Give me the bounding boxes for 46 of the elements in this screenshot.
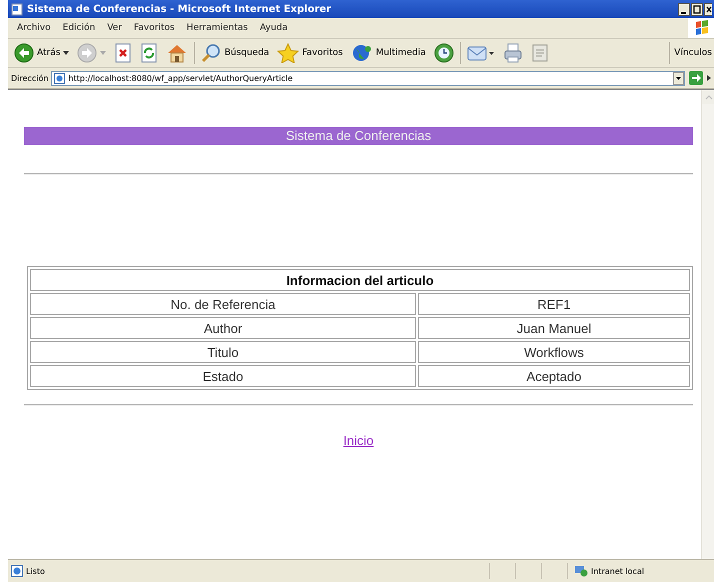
window-title: Sistema de Conferencias - Microsoft Internet Explorer [27, 4, 332, 14]
printer-icon[interactable] [502, 43, 523, 63]
menu-item[interactable]: Herramientas [182, 21, 253, 35]
clock-icon[interactable] [434, 43, 454, 63]
minimize-button[interactable] [678, 2, 690, 16]
page-banner: Sistema de Conferencias [24, 127, 693, 145]
network-icon [574, 565, 588, 577]
globe-icon[interactable] [350, 43, 373, 63]
document-icon[interactable] [530, 43, 549, 63]
table-cell: No. de Referencia [30, 293, 416, 315]
status-text: Listo [26, 566, 46, 576]
menu-item[interactable]: Favoritos [128, 21, 180, 35]
table-cell: Author [30, 317, 416, 339]
address-label: Dirección [11, 74, 48, 82]
toolbar-label[interactable]: Favoritos [302, 48, 343, 58]
zone-text: Intranet local [591, 566, 644, 576]
page-icon [11, 565, 23, 577]
toolbar-label[interactable]: Búsqueda [224, 48, 270, 58]
page-icon [54, 72, 66, 84]
close-button[interactable] [704, 2, 712, 16]
home-icon[interactable] [166, 43, 188, 63]
table-cell: Juan Manuel [418, 317, 690, 339]
table-cell: Aceptado [418, 365, 690, 387]
dropdown-button[interactable] [673, 72, 684, 84]
windows-flag-icon [688, 18, 714, 38]
menu-item[interactable]: Edición [58, 21, 100, 35]
home-link[interactable]: Inicio [343, 433, 374, 448]
star-icon[interactable] [277, 43, 300, 63]
toolbar-label[interactable]: Atrás [37, 48, 60, 58]
table-heading: Informacion del articulo [30, 269, 690, 291]
browser-page-icon [11, 2, 23, 16]
menu-item[interactable]: Ver [102, 21, 127, 35]
menu-item[interactable]: Ayuda [254, 21, 293, 35]
caret-icon[interactable] [63, 51, 70, 55]
links-label[interactable]: Vínculos [672, 48, 714, 58]
search-icon[interactable] [201, 43, 222, 63]
address-field[interactable]: http://localhost:8080/wf_app/servlet/AuthorQueryArticle [51, 70, 685, 86]
menu-item[interactable]: Archivo [12, 21, 56, 35]
maximize-button[interactable] [691, 2, 703, 16]
stop-icon[interactable] [114, 43, 132, 63]
table-cell: Estado [30, 365, 416, 387]
table-cell: Workflows [418, 341, 690, 363]
table-cell: REF1 [418, 293, 690, 315]
table-cell: Titulo [30, 341, 416, 363]
toolbar-label[interactable]: Multimedia [376, 48, 426, 58]
refresh-icon[interactable] [140, 43, 158, 63]
